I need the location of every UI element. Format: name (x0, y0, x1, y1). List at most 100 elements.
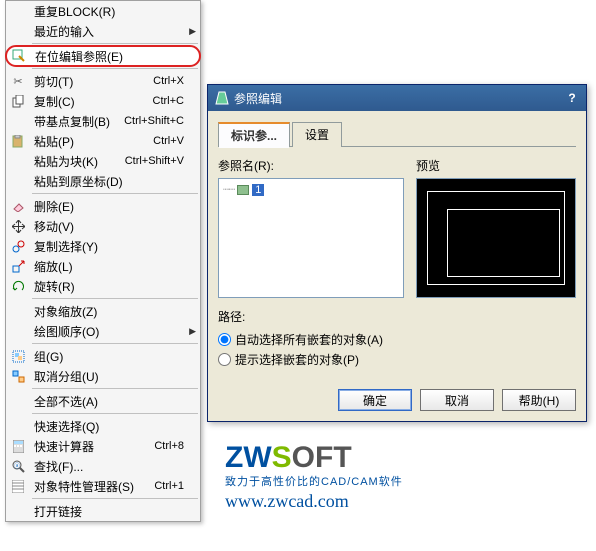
menu-label: 粘贴(P) (30, 133, 153, 150)
menu-copy-base[interactable]: 带基点复制(B) Ctrl+Shift+C (6, 111, 200, 131)
menu-label: 重复BLOCK(R) (30, 3, 196, 20)
menu-separator (32, 343, 198, 344)
tab-strip: 标识参... 设置 (218, 121, 576, 147)
menu-label: 取消分组(U) (30, 368, 196, 385)
preview-shape (447, 209, 560, 277)
menu-label: 快速计算器 (30, 438, 154, 455)
menu-shortcut: Ctrl+Shift+C (124, 115, 196, 127)
radio-label: 自动选择所有嵌套的对象(A) (235, 331, 383, 348)
menu-group[interactable]: 组(G) (6, 346, 200, 366)
menu-separator (32, 43, 198, 44)
menu-move[interactable]: 移动(V) (6, 216, 200, 236)
menu-label: 在位编辑参照(E) (31, 48, 195, 65)
menu-calculator[interactable]: 快速计算器 Ctrl+8 (6, 436, 200, 456)
radio-input[interactable] (218, 353, 231, 366)
refname-label: 参照名(R): (218, 157, 404, 174)
menu-properties[interactable]: 对象特性管理器(S) Ctrl+1 (6, 476, 200, 496)
group-icon (6, 346, 30, 366)
menu-delete[interactable]: 删除(E) (6, 196, 200, 216)
menu-draw-order[interactable]: 绘图顺序(O) ▶ (6, 321, 200, 341)
menu-label: 对象特性管理器(S) (30, 478, 154, 495)
menu-copy-sel[interactable]: 复制选择(Y) (6, 236, 200, 256)
menu-label: 移动(V) (30, 218, 196, 235)
move-icon (6, 216, 30, 236)
menu-obj-zoom[interactable]: 对象缩放(Z) (6, 301, 200, 321)
nesting-radio-group: 自动选择所有嵌套的对象(A) 提示选择嵌套的对象(P) (218, 331, 576, 368)
radio-input[interactable] (218, 333, 231, 346)
tab-label: 设置 (305, 128, 329, 142)
tree-item[interactable]: ┈┈ 1 (223, 183, 399, 196)
reference-tree[interactable]: ┈┈ 1 (218, 178, 404, 298)
menu-repeat-block[interactable]: 重复BLOCK(R) (6, 1, 200, 21)
menu-recent-input[interactable]: 最近的输入 ▶ (6, 21, 200, 41)
menu-find[interactable]: ⓐ 查找(F)... (6, 456, 200, 476)
menu-zoom[interactable]: 缩放(L) (6, 256, 200, 276)
menu-paste-block[interactable]: 粘贴为块(K) Ctrl+Shift+V (6, 151, 200, 171)
menu-quick-select[interactable]: 快速选择(Q) (6, 416, 200, 436)
menu-cut[interactable]: ✂ 剪切(T) Ctrl+X (6, 71, 200, 91)
menu-paste[interactable]: 粘贴(P) Ctrl+V (6, 131, 200, 151)
copy-icon (6, 91, 30, 111)
help-button[interactable]: ? (562, 91, 582, 105)
menu-edit-ref-inplace[interactable]: 在位编辑参照(E) (5, 45, 201, 67)
menu-rotate[interactable]: 旋转(R) (6, 276, 200, 296)
radio-auto-select[interactable]: 自动选择所有嵌套的对象(A) (218, 331, 576, 348)
help-button[interactable]: 帮助(H) (502, 389, 576, 411)
cancel-button[interactable]: 取消 (420, 389, 494, 411)
dialog-title: 参照编辑 (234, 90, 562, 107)
blank-icon (6, 391, 30, 411)
radio-label: 提示选择嵌套的对象(P) (235, 351, 359, 368)
blank-icon (6, 501, 30, 521)
menu-label: 粘贴为块(K) (30, 153, 125, 170)
blank-icon (6, 321, 30, 341)
submenu-arrow-icon: ▶ (189, 26, 196, 37)
dialog-titlebar[interactable]: 参照编辑 ? (208, 85, 586, 111)
menu-separator (32, 498, 198, 499)
menu-paste-orig[interactable]: 粘贴到原坐标(D) (6, 171, 200, 191)
menu-label: 复制选择(Y) (30, 238, 196, 255)
menu-separator (32, 68, 198, 69)
submenu-arrow-icon: ▶ (189, 326, 196, 337)
scissors-icon: ✂ (6, 71, 30, 91)
ok-button[interactable]: 确定 (338, 389, 412, 411)
eraser-icon (6, 196, 30, 216)
menu-shortcut: Ctrl+Shift+V (125, 155, 196, 167)
menu-label: 组(G) (30, 348, 196, 365)
menu-open-link[interactable]: 打开链接 (6, 501, 200, 521)
properties-icon (6, 476, 30, 496)
radio-prompt-select[interactable]: 提示选择嵌套的对象(P) (218, 351, 576, 368)
menu-deselect-all[interactable]: 全部不选(A) (6, 391, 200, 411)
clipboard-icon (6, 131, 30, 151)
menu-separator (32, 193, 198, 194)
dialog-button-row: 确定 取消 帮助(H) (208, 381, 586, 421)
menu-copy[interactable]: 复制(C) Ctrl+C (6, 91, 200, 111)
preview-section: 预览 (416, 157, 576, 298)
menu-shortcut: Ctrl+V (153, 135, 196, 147)
menu-label: 缩放(L) (30, 258, 196, 275)
refname-section: 参照名(R): ┈┈ 1 (218, 157, 404, 298)
edit-ref-icon (7, 46, 31, 66)
block-node-icon (237, 185, 249, 195)
menu-label: 带基点复制(B) (30, 113, 124, 130)
blank-icon (6, 21, 30, 41)
copy-sel-icon (6, 236, 30, 256)
menu-label: 剪切(T) (30, 73, 153, 90)
menu-label: 打开链接 (30, 503, 196, 520)
logo-tagline: 致力于高性价比的CAD/CAM软件 (225, 473, 403, 489)
menu-separator (32, 298, 198, 299)
preview-label: 预览 (416, 157, 576, 174)
blank-icon (6, 301, 30, 321)
menu-label: 旋转(R) (30, 278, 196, 295)
menu-ungroup[interactable]: 取消分组(U) (6, 366, 200, 386)
menu-shortcut: Ctrl+C (153, 95, 196, 107)
tab-label: 标识参... (231, 129, 277, 143)
menu-shortcut: Ctrl+X (153, 75, 196, 87)
menu-label: 快速选择(Q) (30, 418, 196, 435)
tab-settings[interactable]: 设置 (292, 122, 342, 147)
rotate-icon (6, 276, 30, 296)
menu-label: 全部不选(A) (30, 393, 196, 410)
menu-label: 绘图顺序(O) (30, 323, 196, 340)
tab-identify[interactable]: 标识参... (218, 122, 290, 147)
menu-label: 查找(F)... (30, 458, 196, 475)
logo-url[interactable]: www.zwcad.com (225, 491, 403, 512)
